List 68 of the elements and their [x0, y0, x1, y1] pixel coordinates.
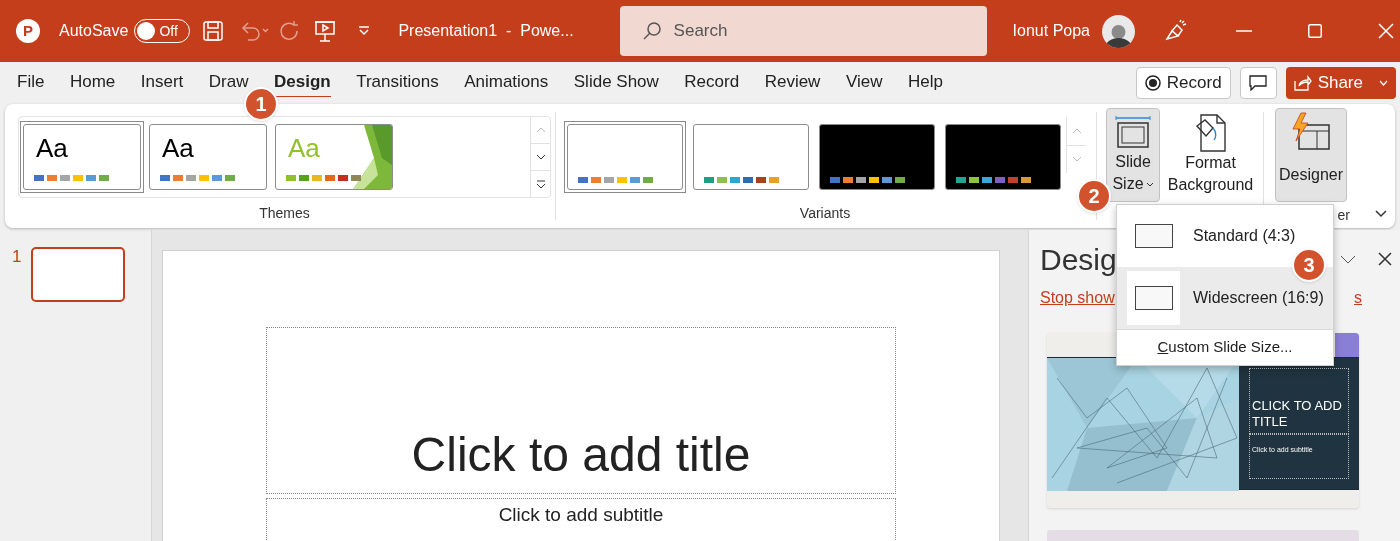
slide-number: 1	[12, 247, 22, 267]
maximize-icon[interactable]	[1308, 24, 1322, 38]
chevron-up-icon	[1071, 127, 1082, 134]
customize-toolbar-icon[interactable]	[358, 26, 371, 36]
save-icon[interactable]	[202, 20, 225, 42]
designer-button[interactable]: Designer	[1275, 108, 1347, 202]
variant-thumbnail[interactable]	[690, 121, 812, 193]
caret-icon	[1145, 181, 1154, 187]
collapse-ribbon-icon[interactable]	[1375, 210, 1387, 218]
record-button[interactable]: Record	[1135, 67, 1231, 99]
megaphone-icon[interactable]	[1163, 19, 1187, 43]
facet-graphic	[352, 125, 392, 189]
slide-thumbnail[interactable]	[31, 247, 126, 302]
variant-thumbnail[interactable]	[564, 121, 686, 193]
comment-icon	[1249, 75, 1268, 91]
slide-size-button[interactable]: Slide Size	[1106, 108, 1160, 202]
theme-thumbnail[interactable]: Aa	[20, 121, 144, 193]
theme-sample-text: Aa	[288, 132, 320, 165]
slide-shape-icon	[1134, 286, 1173, 310]
user-name: Ionut Popa	[1012, 21, 1090, 41]
caret-icon	[1379, 80, 1388, 86]
ribbon-tab[interactable]: Transitions	[349, 69, 446, 97]
document-title: Presentation1 - Powe...	[398, 21, 574, 41]
share-button[interactable]: Share	[1285, 67, 1396, 99]
search-icon	[641, 21, 662, 41]
chevron-up-icon	[535, 127, 546, 133]
idea-title-text: CLICK TO ADD TITLE	[1252, 398, 1343, 430]
variant-thumbnail[interactable]	[816, 121, 938, 193]
group-label: er	[1337, 205, 1350, 225]
group-label: Themes	[259, 203, 310, 223]
record-icon	[1144, 75, 1161, 91]
ribbon-tab[interactable]: Animations	[457, 69, 556, 97]
menu-item[interactable]: Custom Slide Size...	[1117, 330, 1333, 365]
comments-button[interactable]	[1239, 67, 1277, 99]
chevron-down-icon[interactable]	[1340, 254, 1356, 264]
stop-showing-link[interactable]: Stop show	[1040, 286, 1115, 310]
ribbon-tab[interactable]: File	[10, 69, 52, 97]
ribbon-tab[interactable]: Record	[677, 69, 747, 97]
ribbon-tab[interactable]: Home	[62, 69, 123, 97]
search-field[interactable]: Search	[619, 6, 987, 56]
stop-showing-link[interactable]: s	[1354, 286, 1362, 310]
app-logo: P	[16, 19, 40, 43]
slide-size-icon	[1113, 115, 1153, 151]
ribbon-tab[interactable]: View	[838, 69, 890, 97]
theme-thumbnail[interactable]: Aa	[146, 121, 270, 193]
ribbon-tab[interactable]: Slide Show	[566, 69, 666, 97]
close-icon[interactable]	[1378, 252, 1392, 266]
ribbon-tab[interactable]: Help	[900, 69, 950, 97]
theme-sample-text: Aa	[36, 132, 68, 165]
variant-thumbnail[interactable]	[942, 121, 1064, 193]
slide-shape-icon	[1134, 224, 1173, 248]
share-icon	[1293, 75, 1312, 91]
chevron-down-icon	[1071, 156, 1082, 163]
expand-gallery-icon	[535, 179, 546, 189]
user-avatar[interactable]	[1102, 14, 1135, 48]
group-label: Variants	[799, 203, 851, 223]
theme-sample-text: Aa	[162, 132, 194, 165]
title-placeholder[interactable]: Click to add title	[266, 327, 896, 494]
step-number-badge: 1	[244, 87, 278, 121]
format-background-button[interactable]: Format Background	[1164, 108, 1257, 202]
ribbon-tab[interactable]: Review	[757, 69, 828, 97]
subtitle-placeholder[interactable]: Click to add subtitle	[266, 498, 896, 541]
pane-title: Desig	[1040, 241, 1117, 278]
autosave-label: AutoSave	[59, 21, 129, 41]
corner-accent	[1335, 333, 1359, 357]
chevron-down-icon	[535, 154, 546, 160]
ribbon-tab[interactable]: Insert	[133, 69, 191, 97]
presentation-icon[interactable]	[314, 19, 337, 43]
